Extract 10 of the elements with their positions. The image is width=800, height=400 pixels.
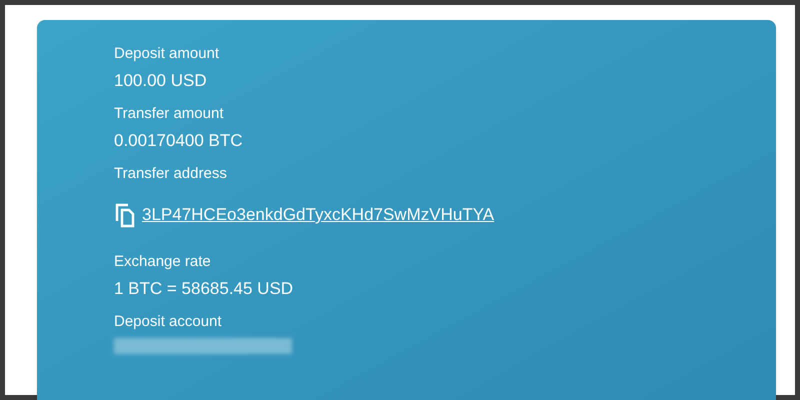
field-label: Deposit account <box>114 312 223 332</box>
field-value: 0.00170400 BTC <box>114 130 244 152</box>
field-label: Exchange rate <box>114 252 212 272</box>
field-value: 1 BTC = 58685.45 USD <box>114 278 294 300</box>
field-label: Transfer address <box>114 164 228 184</box>
field-label: Deposit amount <box>114 44 220 64</box>
field-value: 100.00 USD <box>114 70 208 92</box>
copy-icon[interactable] <box>114 202 136 228</box>
field-label: Transfer amount <box>114 104 224 124</box>
address-link[interactable]: 3LP47HCEo3enkdGdTyxcKHd7SwMzVHuTYA <box>142 204 494 226</box>
